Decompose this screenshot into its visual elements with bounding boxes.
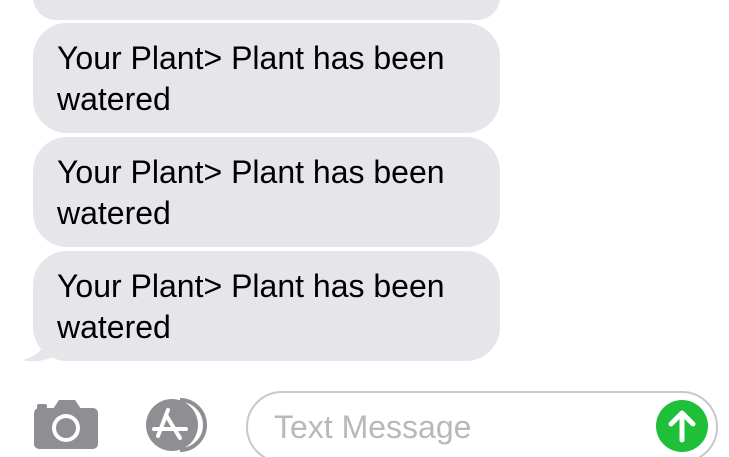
bubble-tail [22, 331, 60, 362]
message-text-line2: watered [57, 309, 171, 345]
message-bubble[interactable]: Your Plant> Plant has been watered [33, 137, 500, 247]
message-input-placeholder: Text Message [274, 409, 472, 445]
message-text-line1: Your Plant> Plant has been [57, 268, 445, 304]
messages-screen: Your Plant> Plant has been watered Your … [0, 0, 729, 457]
message-text-line2: watered [57, 81, 171, 117]
camera-icon[interactable] [33, 399, 99, 450]
message-text-line2: watered [57, 195, 171, 231]
send-button[interactable] [656, 400, 708, 452]
message-bubble-partial[interactable] [33, 0, 500, 20]
message-bubble[interactable]: Your Plant> Plant has been watered [33, 23, 500, 133]
message-text-line1: Your Plant> Plant has been [57, 154, 445, 190]
app-store-icon[interactable] [140, 398, 212, 452]
message-bubble[interactable]: Your Plant> Plant has been watered [33, 251, 500, 361]
message-text-line1: Your Plant> Plant has been [57, 40, 445, 76]
message-input[interactable]: Text Message [246, 391, 718, 457]
arrow-up-icon [668, 410, 696, 443]
